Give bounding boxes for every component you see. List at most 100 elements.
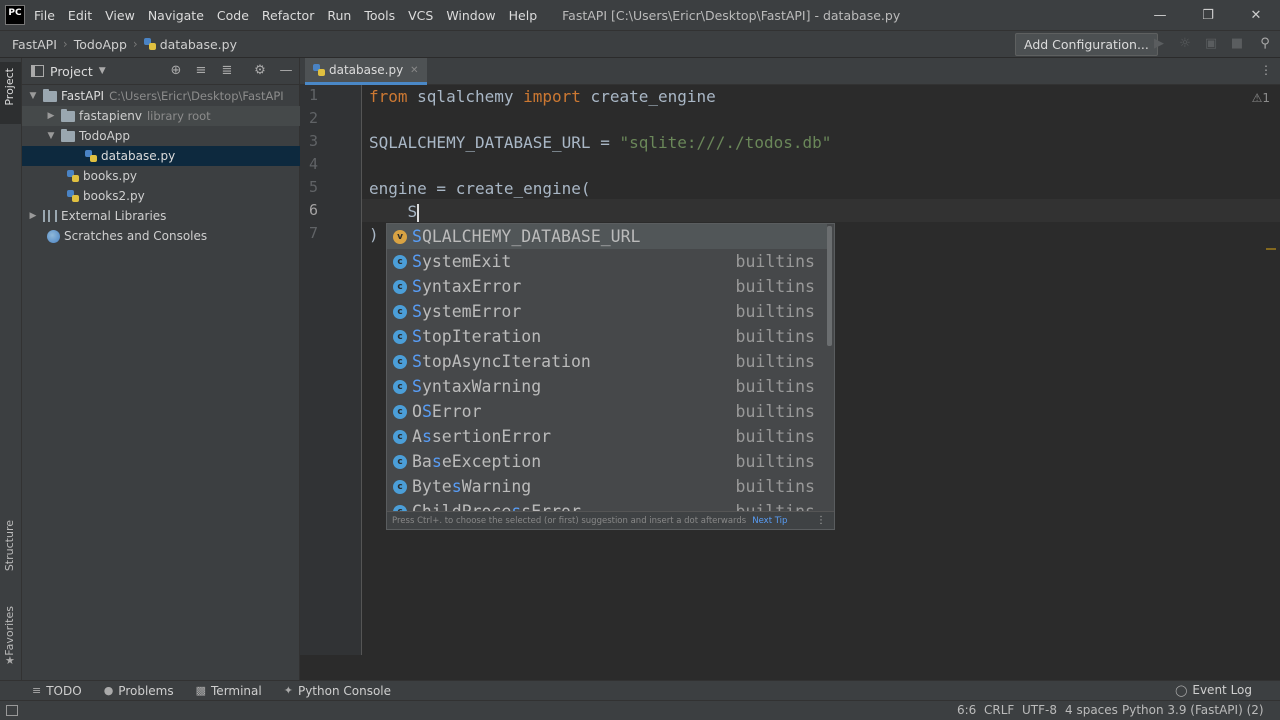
more-options-icon[interactable]: ⋮ <box>816 515 826 526</box>
tree-item-books2-py[interactable]: books2.py <box>22 186 300 206</box>
menu-file[interactable]: File <box>34 8 55 23</box>
run-icon[interactable]: ▶ <box>1152 37 1166 51</box>
project-panel-title[interactable]: Project <box>50 64 93 79</box>
python-file-icon <box>67 190 79 202</box>
completion-source: builtins <box>735 452 815 471</box>
completion-item[interactable]: c Byte s Warning builtins <box>387 474 827 499</box>
add-configuration-button[interactable]: Add Configuration... <box>1015 33 1158 56</box>
completion-item[interactable]: c StopIteration builtins <box>387 324 827 349</box>
project-tool-tab[interactable]: Project <box>3 68 16 106</box>
tree-item-label: External Libraries <box>61 209 167 223</box>
current-line-highlight <box>362 199 1280 222</box>
chevron-right-icon[interactable]: ▶ <box>45 111 57 121</box>
locate-icon[interactable]: ⊕ <box>168 63 184 79</box>
completion-item[interactable]: c Ba s eException builtins <box>387 449 827 474</box>
python-console-tool-button[interactable]: ✦ Python Console <box>284 684 391 698</box>
star-icon: ★ <box>5 654 15 667</box>
completion-text: Byte <box>412 477 452 496</box>
chevron-down-icon[interactable]: ▼ <box>99 66 106 76</box>
breadcrumb-project[interactable]: FastAPI › <box>12 37 68 52</box>
menu-window[interactable]: Window <box>446 8 495 23</box>
todo-tool-button[interactable]: ≡ TODO <box>32 684 82 698</box>
project-panel: Project ▼ ⊕ ≡ ≣ ⚙ — ▼ FastAPI C:\Users\E… <box>22 58 300 680</box>
next-tip-link[interactable]: Next Tip <box>752 516 787 526</box>
menu-navigate[interactable]: Navigate <box>148 8 204 23</box>
python-interpreter[interactable]: Python 3.9 (FastAPI) (2) <box>1122 703 1264 717</box>
code-line-1: from sqlalchemy import create_engine <box>369 85 716 108</box>
indent-setting[interactable]: 4 spaces <box>1065 703 1118 717</box>
breadcrumb-file[interactable]: database.py <box>143 37 237 52</box>
warning-indicator[interactable]: ⚠1 <box>1252 91 1270 105</box>
line-number: 7 <box>308 224 318 242</box>
completion-item[interactable]: c StopAsyncIteration builtins <box>387 349 827 374</box>
tool-label: Python Console <box>297 683 391 698</box>
gear-icon[interactable]: ⚙ <box>252 63 268 79</box>
completion-item[interactable]: c SyntaxWarning builtins <box>387 374 827 399</box>
favorites-tool-tab[interactable]: Favorites <box>3 606 16 656</box>
chevron-down-icon[interactable]: ▼ <box>27 91 39 101</box>
tab-database-py[interactable]: database.py ✕ <box>305 58 427 85</box>
text-caret <box>417 203 420 222</box>
completion-match: S <box>412 277 422 296</box>
completion-text: ystemError <box>421 302 522 321</box>
class-icon: c <box>393 454 407 469</box>
tree-item-todoapp[interactable]: ▼ TodoApp <box>22 126 300 146</box>
completion-source: builtins <box>735 352 815 371</box>
coverage-icon[interactable]: ▣ <box>1204 37 1218 51</box>
completion-match: s <box>421 427 432 446</box>
completion-item[interactable]: c SystemError builtins <box>387 299 827 324</box>
menu-help[interactable]: Help <box>509 8 538 23</box>
popup-scrollbar[interactable] <box>827 226 832 346</box>
completion-text: O <box>412 402 422 421</box>
breadcrumb-folder[interactable]: TodoApp › <box>74 37 138 52</box>
class-icon: c <box>393 279 407 294</box>
terminal-tool-button[interactable]: ▩ Terminal <box>196 684 262 698</box>
collapse-all-icon[interactable]: ≣ <box>219 63 235 79</box>
completion-item[interactable]: c O S Error builtins <box>387 399 827 424</box>
expand-all-icon[interactable]: ≡ <box>193 63 209 79</box>
navigation-bar: FastAPI › TodoApp › database.py Add Config… <box>0 30 1280 58</box>
completion-item[interactable]: c As sertionError builtins <box>387 424 827 449</box>
menu-view[interactable]: View <box>105 8 135 23</box>
menu-code[interactable]: Code <box>217 8 249 23</box>
debug-icon[interactable]: ☼ <box>1178 37 1192 51</box>
tree-item-database-py[interactable]: database.py <box>22 146 300 166</box>
tree-item-fastapi[interactable]: ▼ FastAPI C:\Users\Ericr\Desktop\FastAPI <box>22 86 300 106</box>
more-options-icon[interactable]: ⋮ <box>1260 63 1272 77</box>
caret-position[interactable]: 6:6 <box>957 703 976 717</box>
menu-edit[interactable]: Edit <box>68 8 92 23</box>
line-separator[interactable]: CRLF <box>984 703 1014 717</box>
close-tab-icon[interactable]: ✕ <box>410 65 418 76</box>
restore-icon[interactable]: ❐ <box>1184 0 1232 30</box>
chevron-down-icon[interactable]: ▼ <box>45 131 57 141</box>
completion-text: topIteration <box>421 327 542 346</box>
tree-item-external-libraries[interactable]: ▶ External Libraries <box>22 206 300 226</box>
menu-run[interactable]: Run <box>327 8 351 23</box>
completion-item[interactable]: c SyntaxError builtins <box>387 274 827 299</box>
completion-item[interactable]: v S QLALCHEMY_DATABASE_URL <box>387 224 827 249</box>
python-file-icon <box>143 38 156 50</box>
stop-icon[interactable]: ■ <box>1230 37 1244 51</box>
close-icon[interactable]: ✕ <box>1232 0 1280 30</box>
search-icon[interactable]: ⚲ <box>1258 37 1272 51</box>
menu-refactor[interactable]: Refactor <box>262 8 314 23</box>
tree-item-fastapienv[interactable]: ▶ fastapienv library root <box>22 106 300 126</box>
hide-panel-icon[interactable]: — <box>278 63 294 79</box>
completion-item[interactable]: c SystemExit builtins <box>387 249 827 274</box>
tree-item-books-py[interactable]: books.py <box>22 166 300 186</box>
chevron-right-icon[interactable]: ▶ <box>27 211 39 221</box>
file-encoding[interactable]: UTF-8 <box>1022 703 1057 717</box>
event-log-button[interactable]: ◯ Event Log <box>1175 683 1252 697</box>
python-file-icon <box>85 150 97 162</box>
keyword-token: import <box>523 87 581 106</box>
tree-item-label: database.py <box>101 149 176 163</box>
tool-windows-icon[interactable] <box>6 705 18 716</box>
menu-tools[interactable]: Tools <box>364 8 395 23</box>
bottom-tool-bar: ≡ TODO ● Problems ▩ Terminal ✦ Python Consol… <box>0 680 1280 700</box>
menu-vcs[interactable]: VCS <box>408 8 433 23</box>
structure-tool-tab[interactable]: Structure <box>3 520 16 571</box>
minimize-icon[interactable]: — <box>1136 0 1184 30</box>
completion-source: builtins <box>735 252 815 271</box>
tree-item-scratches[interactable]: Scratches and Consoles <box>22 226 300 246</box>
problems-tool-button[interactable]: ● Problems <box>104 684 174 698</box>
